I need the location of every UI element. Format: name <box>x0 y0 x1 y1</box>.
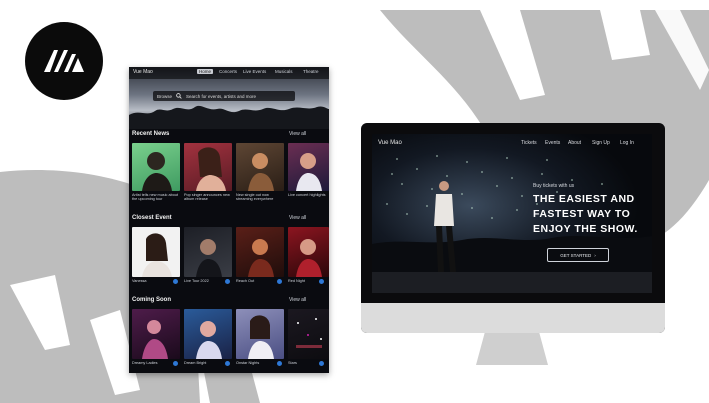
soon-card-4[interactable] <box>288 309 329 359</box>
tablet-nav-home[interactable]: Home <box>197 69 214 74</box>
tablet-brand[interactable]: Vue Mao <box>133 69 153 75</box>
event-poster <box>296 239 322 277</box>
news-caption-3: New single out now streaming everywhere <box>236 193 274 202</box>
heart-badge-icon[interactable] <box>225 361 230 366</box>
heart-badge-icon[interactable] <box>277 361 282 366</box>
section-title-coming-soon: Coming Soon <box>132 297 171 303</box>
news-card-1[interactable] <box>132 143 180 191</box>
heart-badge-icon[interactable] <box>173 361 178 366</box>
get-started-label: GET STARTED <box>560 252 592 258</box>
crowd-silhouette <box>129 105 329 129</box>
soon-caption-3: Onstar Nights <box>236 361 260 365</box>
hero-headline-line-1: THE EASIEST AND <box>533 193 635 205</box>
desktop-nav-events[interactable]: Events <box>545 140 560 146</box>
tablet-nav-concerts[interactable]: Concerts <box>219 69 237 74</box>
artist-photo <box>142 152 172 191</box>
tablet-nav-musicals[interactable]: Musicals <box>275 69 293 74</box>
heart-badge-icon[interactable] <box>173 279 178 284</box>
brand-logo <box>25 22 103 100</box>
arrow-right-icon: › <box>594 252 596 258</box>
news-caption-1: Artist tells new music about the upcomin… <box>132 193 179 202</box>
monitor-stand <box>476 333 548 365</box>
section-title-closest-event: Closest Event <box>132 215 172 221</box>
news-card-3[interactable] <box>236 143 284 191</box>
event-poster <box>142 320 168 359</box>
tablet-search-browse[interactable]: Browse <box>153 94 176 99</box>
desktop-brand[interactable]: Vue Mao <box>378 140 402 146</box>
monitor-chin <box>361 303 665 333</box>
view-all-closest-event[interactable]: View all <box>289 215 306 221</box>
tablet-search-placeholder: Search for events, artists and more <box>186 93 257 99</box>
event-poster <box>248 315 274 359</box>
heart-badge-icon[interactable] <box>225 279 230 284</box>
desktop-nav-login[interactable]: Log In <box>620 140 634 146</box>
heart-badge-icon[interactable] <box>277 279 282 284</box>
soon-card-3[interactable] <box>236 309 284 359</box>
event-poster <box>142 233 172 277</box>
tablet-nav-live-events[interactable]: Live Events <box>243 69 266 74</box>
event-caption-3: Reach Out <box>236 279 255 283</box>
event-poster <box>296 318 322 348</box>
event-card-2[interactable] <box>184 227 232 277</box>
event-card-4[interactable] <box>288 227 329 277</box>
event-poster <box>196 239 222 277</box>
event-caption-4: Red Night <box>288 279 305 283</box>
news-caption-2: Pop singer announces new album release <box>184 193 230 202</box>
artist-photo <box>248 153 274 191</box>
event-poster <box>248 239 274 277</box>
event-card-1[interactable] <box>132 227 180 277</box>
soon-caption-1: Dreamy Ladies <box>132 361 158 365</box>
news-caption-4: Live concert highlights <box>288 193 326 197</box>
hero-headline-line-2: FASTEST WAY TO <box>533 208 631 220</box>
event-poster <box>196 321 222 359</box>
hero-headline: THE EASIEST AND FASTEST WAY TO ENJOY THE… <box>533 192 653 237</box>
soon-caption-2: Dream Bright <box>184 361 207 365</box>
desktop-nav-tickets[interactable]: Tickets <box>521 140 537 146</box>
news-card-4[interactable] <box>288 143 329 191</box>
soon-card-1[interactable] <box>132 309 180 359</box>
hero-headline-line-3: ENJOY THE SHOW. <box>533 223 638 235</box>
news-card-2[interactable] <box>184 143 232 191</box>
tablet-mockup: Vue Mao Home Concerts Live Events Musica… <box>129 67 329 373</box>
heart-badge-icon[interactable] <box>319 279 324 284</box>
view-all-coming-soon[interactable]: View all <box>289 297 306 303</box>
heart-badge-icon[interactable] <box>319 361 324 366</box>
artist-photo <box>296 153 322 191</box>
desktop-nav-about[interactable]: About <box>568 140 581 146</box>
w-logo-icon <box>44 50 84 72</box>
section-title-recent-news: Recent News <box>132 131 170 137</box>
soon-caption-4: Stars <box>288 361 297 365</box>
event-card-3[interactable] <box>236 227 284 277</box>
tablet-search-bar[interactable]: Browse Search for events, artists and mo… <box>153 91 295 101</box>
event-caption-1: Vanessa <box>132 279 147 283</box>
tablet-nav-theatre[interactable]: Theatre <box>303 69 319 74</box>
artist-photo <box>196 147 226 191</box>
event-caption-2: Live Tour 2022 <box>184 279 209 283</box>
view-all-recent-news[interactable]: View all <box>289 131 306 137</box>
soon-card-2[interactable] <box>184 309 232 359</box>
get-started-button[interactable]: GET STARTED › <box>547 248 609 262</box>
hero-kicker: Buy tickets with us <box>533 183 575 189</box>
desktop-nav-signup[interactable]: Sign Up <box>592 140 610 146</box>
